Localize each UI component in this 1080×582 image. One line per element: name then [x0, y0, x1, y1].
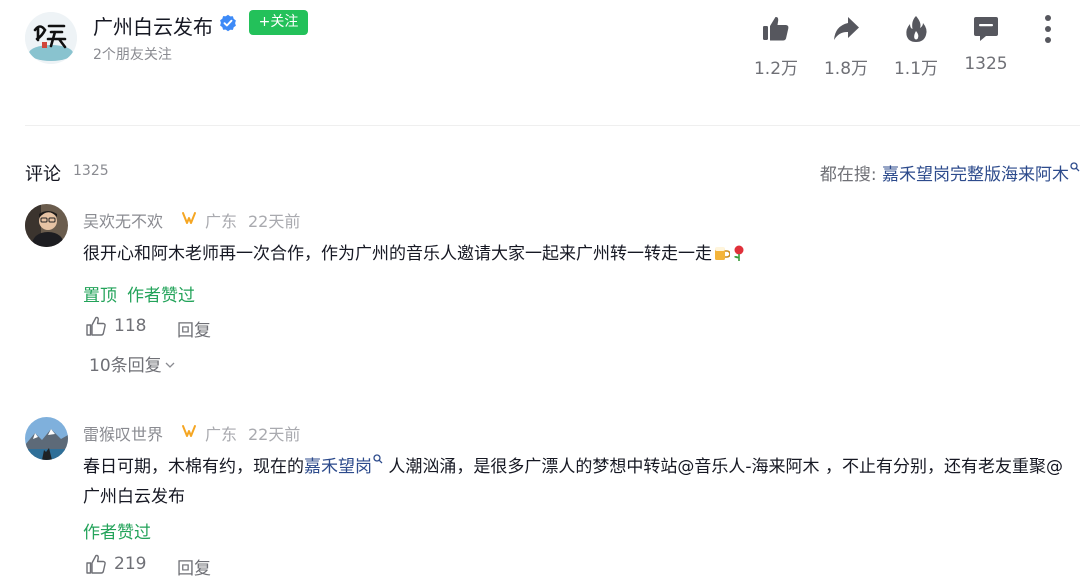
fan-badge-icon	[182, 425, 196, 437]
beer-emoji-icon	[715, 247, 730, 260]
like-count: 1.2万	[753, 59, 799, 79]
expand-replies-button[interactable]: 10条回复	[89, 351, 175, 376]
friends-follow-note: 2个朋友关注	[93, 47, 172, 63]
search-suggest-link[interactable]: 嘉禾望岗完整版海来阿木	[882, 165, 1069, 185]
comment-location: 广东	[205, 425, 238, 444]
share-arrow-icon	[834, 17, 859, 40]
comment-body: 很开心和阿木老师再一次合作，作为广州的音乐人邀请大家一起来广州转一转走一走	[83, 244, 712, 264]
comment-text: 很开心和阿木老师再一次合作，作为广州的音乐人邀请大家一起来广州转一转走一走	[83, 239, 1073, 269]
commenter-name[interactable]: 吴欢无不欢	[83, 208, 163, 232]
author-liked-tag: 作者赞过	[83, 523, 151, 543]
comment-time: 22天前	[248, 212, 301, 231]
follow-button[interactable]: +关注	[249, 10, 308, 35]
expand-replies-label: 10条回复	[89, 356, 162, 376]
more-options-icon[interactable]	[1036, 14, 1060, 48]
author-liked-tag: 作者赞过	[127, 286, 195, 306]
author-name[interactable]: 广州白云发布	[93, 11, 213, 40]
share-stat-button[interactable]: 1.8万	[816, 14, 876, 79]
comment-like-icon[interactable]	[85, 553, 107, 575]
chevron-down-icon	[165, 362, 175, 368]
commenter-avatar[interactable]	[25, 204, 68, 247]
reply-button[interactable]: 回复	[177, 316, 211, 341]
section-divider	[25, 125, 1080, 126]
everyone-searching: 都在搜: 嘉禾望岗完整版海来阿木	[820, 160, 1080, 185]
comment-time: 22天前	[248, 425, 301, 444]
comment-body-start: 春日可期，木棉有约，现在的	[83, 457, 304, 477]
comment-location: 广东	[205, 212, 238, 231]
search-suggest-label: 都在搜:	[819, 165, 877, 185]
rose-emoji-icon	[734, 245, 744, 261]
thumbs-up-icon	[763, 16, 789, 41]
comment-count: 1325	[964, 54, 1008, 74]
reply-button[interactable]: 回复	[177, 554, 211, 579]
share-count: 1.8万	[823, 59, 869, 79]
comment-like-icon[interactable]	[85, 315, 107, 337]
search-icon	[373, 454, 383, 464]
pinned-tag: 置顶	[83, 286, 117, 306]
comment-like-count: 118	[114, 316, 147, 336]
video-detail-page: 广州白云发布 +关注 2个朋友关注 1.2万 1.8万 1.1万 1325 评论…	[0, 0, 1080, 582]
hot-stat-button[interactable]: 1.1万	[886, 14, 946, 79]
comment-text: 春日可期，木棉有约，现在的嘉禾望岗 人潮汹涌，是很多广漂人的梦想中转站@音乐人-…	[83, 452, 1073, 512]
comment-like-count: 219	[114, 554, 147, 574]
author-avatar[interactable]	[25, 12, 77, 64]
commenter-avatar[interactable]	[25, 417, 68, 460]
fan-badge-icon	[182, 212, 196, 224]
commenter-name[interactable]: 雷猴叹世界	[83, 421, 163, 445]
search-icon	[1070, 162, 1080, 172]
flame-icon	[906, 16, 927, 42]
comment-bubble-icon	[974, 17, 998, 41]
comment-stat-button[interactable]: 1325	[956, 14, 1016, 74]
comments-title: 评论	[25, 164, 61, 185]
hot-count: 1.1万	[893, 59, 939, 79]
comment-search-link[interactable]: 嘉禾望岗	[304, 457, 372, 477]
comments-total-count: 1325	[73, 163, 109, 179]
like-stat-button[interactable]: 1.2万	[746, 14, 806, 79]
verified-icon	[220, 14, 236, 32]
